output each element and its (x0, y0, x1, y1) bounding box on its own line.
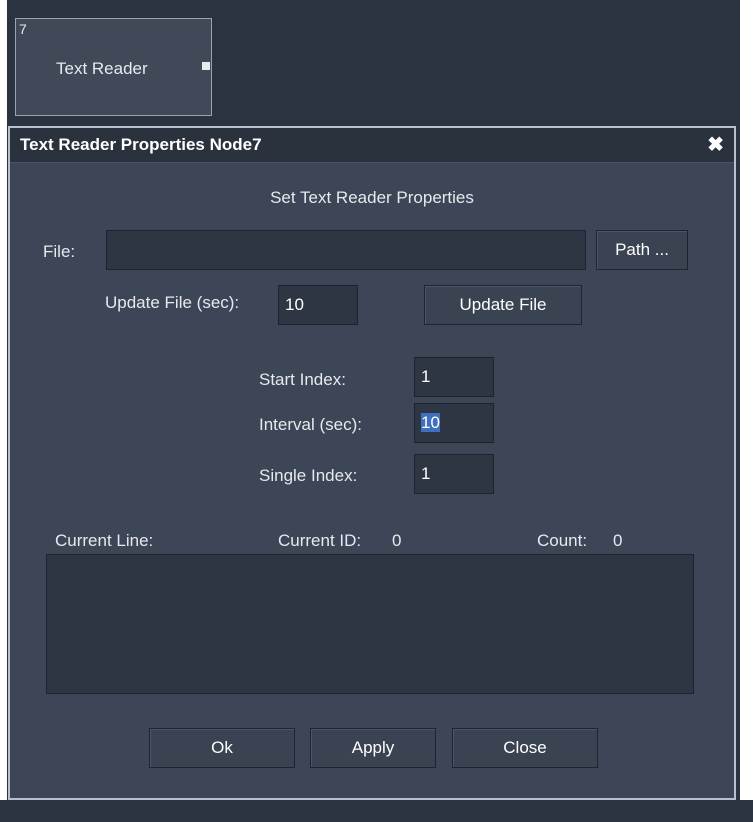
node-output-port[interactable] (202, 62, 210, 70)
path-button[interactable]: Path ... (596, 230, 688, 270)
close-icon[interactable]: ✖ (707, 132, 724, 157)
update-file-label: Update File (sec): (105, 293, 240, 312)
dialog-titlebar[interactable]: Text Reader Properties Node7 ✖ (10, 128, 734, 163)
interval-label: Interval (sec): (259, 415, 362, 434)
canvas-edge-left (0, 0, 7, 822)
interval-input[interactable]: 10 (414, 403, 494, 443)
start-index-label: Start Index: (259, 370, 346, 389)
canvas-edge-right (740, 0, 753, 822)
dialog-title: Text Reader Properties Node7 (20, 135, 262, 154)
current-id-label: Current ID: (278, 531, 362, 550)
canvas-bottom (0, 800, 753, 822)
dialog-heading: Set Text Reader Properties (270, 188, 474, 207)
apply-button[interactable]: Apply (310, 728, 436, 768)
node-title: Text Reader (56, 59, 148, 78)
file-label: File: (43, 242, 76, 261)
file-path-input[interactable] (106, 230, 586, 270)
update-file-button[interactable]: Update File (424, 285, 582, 325)
count-value: 0 (613, 531, 623, 550)
properties-dialog: Text Reader Properties Node7 ✖ Set Text … (8, 126, 736, 800)
current-line-display[interactable] (46, 554, 694, 694)
close-button[interactable]: Close (452, 728, 598, 768)
single-index-label: Single Index: (259, 466, 358, 485)
text-reader-node[interactable]: 7 Text Reader (15, 18, 212, 116)
count-label: Count: (537, 531, 588, 550)
ok-button[interactable]: Ok (149, 728, 295, 768)
current-id-value: 0 (392, 531, 402, 550)
start-index-input[interactable]: 1 (414, 357, 494, 397)
current-line-label: Current Line: (55, 531, 154, 550)
node-id: 7 (19, 21, 27, 37)
update-interval-input[interactable]: 10 (278, 285, 358, 325)
single-index-input[interactable]: 1 (414, 454, 494, 494)
interval-selected-text: 10 (421, 413, 440, 432)
